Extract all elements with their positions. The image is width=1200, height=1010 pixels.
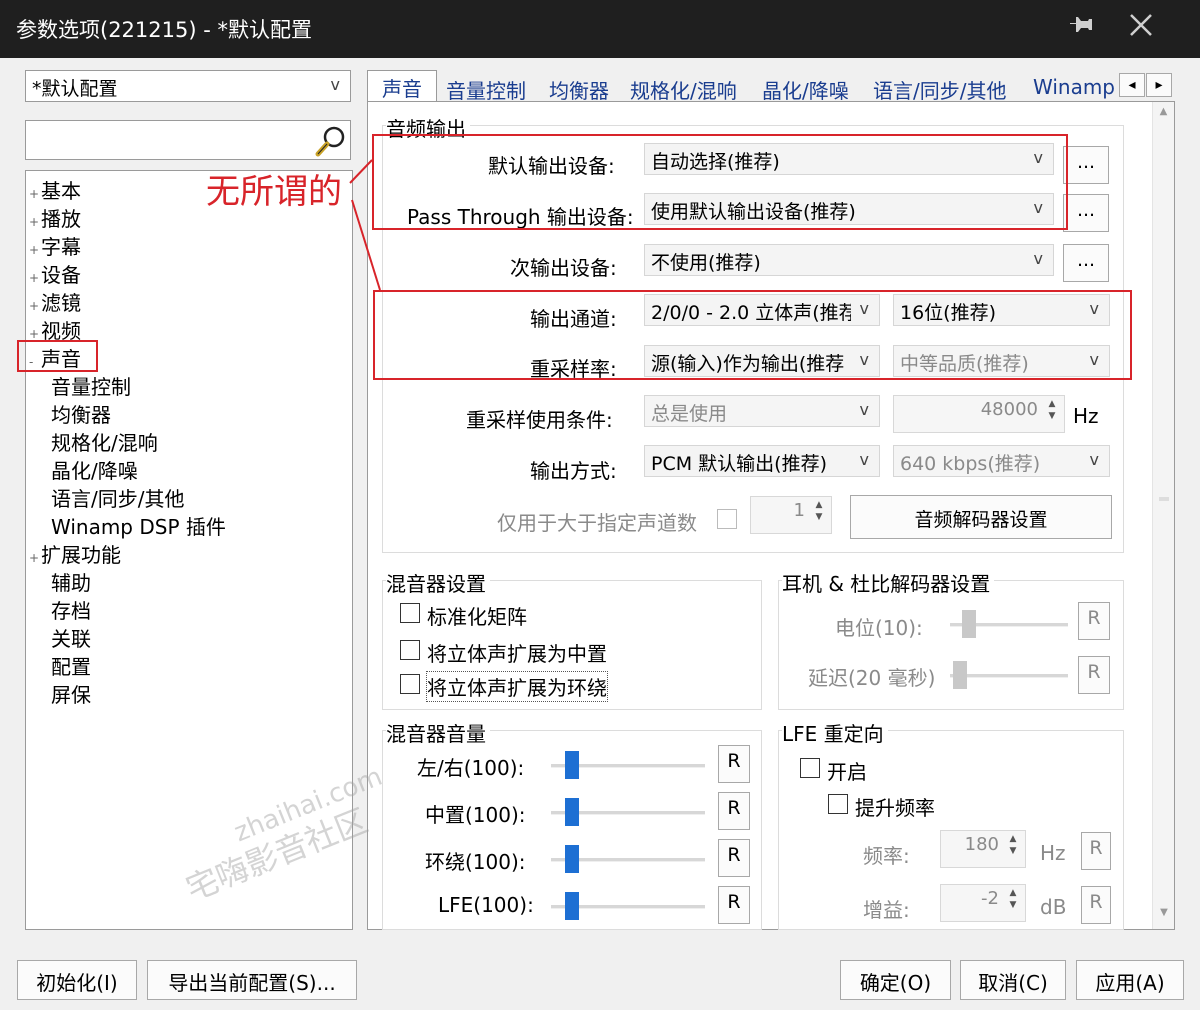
mixer-volume-reset-button[interactable]: R — [718, 839, 750, 877]
lfe-freq-spinner[interactable]: 180 ▲ ▼ — [940, 830, 1026, 868]
spinner-arrows[interactable]: ▲ ▼ — [1003, 833, 1023, 857]
lfe-gain-reset-button[interactable]: R — [1081, 886, 1111, 924]
lfe-enable-checkbox[interactable] — [800, 758, 820, 778]
stereo-to-surround-label: 将立体声扩展为环绕 — [426, 671, 608, 702]
lfe-gain-spinner[interactable]: -2 ▲ ▼ — [940, 884, 1026, 922]
mixer-volume-slider-thumb[interactable] — [565, 798, 579, 826]
lfe-freq-label: 频率: — [863, 844, 910, 868]
stereo-to-center-checkbox[interactable] — [400, 640, 420, 660]
mixer-volume-reset-button[interactable]: R — [718, 745, 750, 783]
delay-slider[interactable] — [950, 674, 1068, 678]
level-reset-button[interactable]: R — [1078, 602, 1110, 640]
mixer-volume-reset-button[interactable]: R — [718, 886, 750, 924]
normalize-matrix-label: 标准化矩阵 — [427, 605, 527, 629]
mixer-volume-slider-thumb[interactable] — [565, 845, 579, 873]
mixer-volume-label: 中置(100): — [425, 803, 526, 827]
mixer-volume-title: 混音器音量 — [386, 718, 490, 747]
lfe-boost-checkbox[interactable] — [828, 794, 848, 814]
mixer-volume-reset-button[interactable]: R — [718, 792, 750, 830]
delay-reset-button[interactable]: R — [1078, 656, 1110, 694]
lfe-gain-label: 增益: — [863, 898, 910, 922]
lfe-freq-value: 180 — [964, 834, 999, 855]
headphone-title: 耳机 & 杜比解码器设置 — [782, 568, 995, 597]
mixer-volume-label: 环绕(100): — [425, 850, 526, 874]
delay-slider-thumb[interactable] — [953, 661, 967, 689]
stereo-to-center-label: 将立体声扩展为中置 — [427, 642, 607, 666]
cancel-button[interactable]: 取消(C) — [960, 960, 1066, 1000]
lfe-freq-reset-button[interactable]: R — [1081, 832, 1111, 870]
ok-button[interactable]: 确定(O) — [840, 960, 951, 1000]
lfe-freq-unit: Hz — [1040, 841, 1066, 865]
level-label: 电位(10): — [835, 616, 923, 640]
mixer-settings-title: 混音器设置 — [386, 568, 490, 597]
normalize-matrix-checkbox[interactable] — [400, 603, 420, 623]
lfe-title: LFE 重定向 — [782, 718, 888, 747]
lfe-enable-label: 开启 — [827, 760, 867, 784]
lfe-gain-unit: dB — [1040, 895, 1067, 919]
mixer-volume-label: LFE(100): — [438, 893, 534, 917]
reset-button[interactable]: 初始化(I) — [17, 960, 137, 1000]
mixer-volume-slider-thumb[interactable] — [565, 892, 579, 920]
lfe-boost-label: 提升频率 — [855, 796, 935, 820]
mixer-volume-slider-thumb[interactable] — [565, 751, 579, 779]
export-config-button[interactable]: 导出当前配置(S)... — [147, 960, 357, 1000]
lfe-gain-value: -2 — [981, 888, 999, 909]
stereo-to-surround-checkbox[interactable] — [400, 674, 420, 694]
delay-label: 延迟(20 毫秒) — [808, 666, 936, 690]
mixer-volume-label: 左/右(100): — [417, 756, 525, 780]
apply-button[interactable]: 应用(A) — [1076, 960, 1184, 1000]
spinner-arrows[interactable]: ▲ ▼ — [1003, 887, 1023, 911]
level-slider-thumb[interactable] — [962, 610, 976, 638]
